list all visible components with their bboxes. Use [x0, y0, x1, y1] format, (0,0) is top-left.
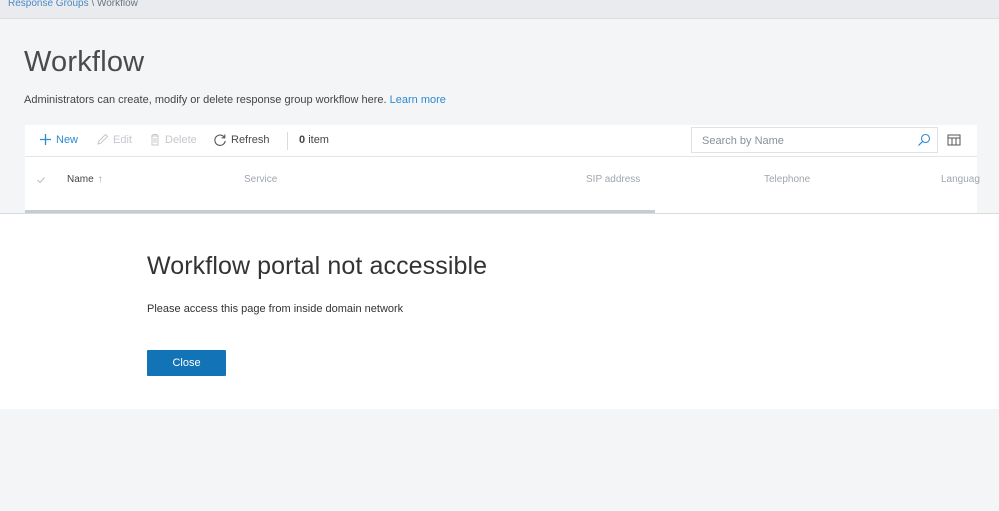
learn-more-link[interactable]: Learn more [390, 94, 446, 106]
page-title: Workflow [24, 46, 145, 78]
search-input[interactable] [702, 133, 902, 148]
new-button[interactable]: New [39, 133, 78, 146]
column-header-telephone[interactable]: Telephone [764, 174, 810, 185]
refresh-button-label: Refresh [231, 134, 270, 146]
top-bar: Response Groups \ Workflow [0, 0, 999, 19]
trash-icon [151, 134, 159, 146]
edit-button-label: Edit [113, 133, 132, 146]
delete-button[interactable]: Delete [149, 133, 197, 146]
refresh-icon [214, 134, 226, 146]
breadcrumb-current: Workflow [96, 0, 138, 9]
refresh-button[interactable]: Refresh [213, 133, 270, 147]
search-box [691, 127, 938, 153]
item-count-number: 0 [299, 134, 306, 146]
column-header-language[interactable]: Languag [941, 174, 980, 185]
search-icon[interactable] [917, 133, 931, 147]
column-header-service[interactable]: Service [244, 174, 277, 185]
column-header-sip-address[interactable]: SIP address [586, 174, 640, 185]
breadcrumb-separator: \ [91, 0, 95, 9]
page-background [0, 409, 999, 511]
breadcrumb-response-groups[interactable]: Response Groups [8, 0, 89, 9]
item-count: 0 item [299, 134, 329, 146]
edit-button[interactable]: Edit [96, 133, 132, 146]
page-description-text: Administrators can create, modify or del… [24, 94, 387, 106]
select-all-checkbox[interactable] [35, 174, 47, 186]
toolbar-divider [287, 132, 288, 150]
delete-button-label: Delete [165, 133, 197, 146]
toolbar: New Edit Delete Refresh 0 item [25, 125, 977, 157]
dialog-message: Please access this page from inside doma… [147, 303, 404, 315]
new-button-label: New [56, 133, 79, 146]
dialog-title: Workflow portal not accessible [147, 252, 488, 280]
error-dialog: Workflow portal not accessible Please ac… [0, 213, 999, 410]
plus-icon [40, 134, 51, 145]
close-button[interactable]: Close [147, 350, 226, 376]
page-description: Administrators can create, modify or del… [24, 94, 446, 106]
sort-ascending-icon: ↑ [97, 174, 103, 185]
pencil-icon [97, 133, 109, 145]
workflow-table: Name ↑ Service SIP address Telephone Lang… [25, 157, 980, 213]
column-header-name-label: Name [67, 174, 94, 185]
column-header-name[interactable]: Name ↑ [67, 174, 103, 185]
columns-icon[interactable] [947, 133, 961, 147]
item-count-label: item [308, 134, 329, 146]
breadcrumb: Response Groups \ Workflow [8, 0, 138, 9]
